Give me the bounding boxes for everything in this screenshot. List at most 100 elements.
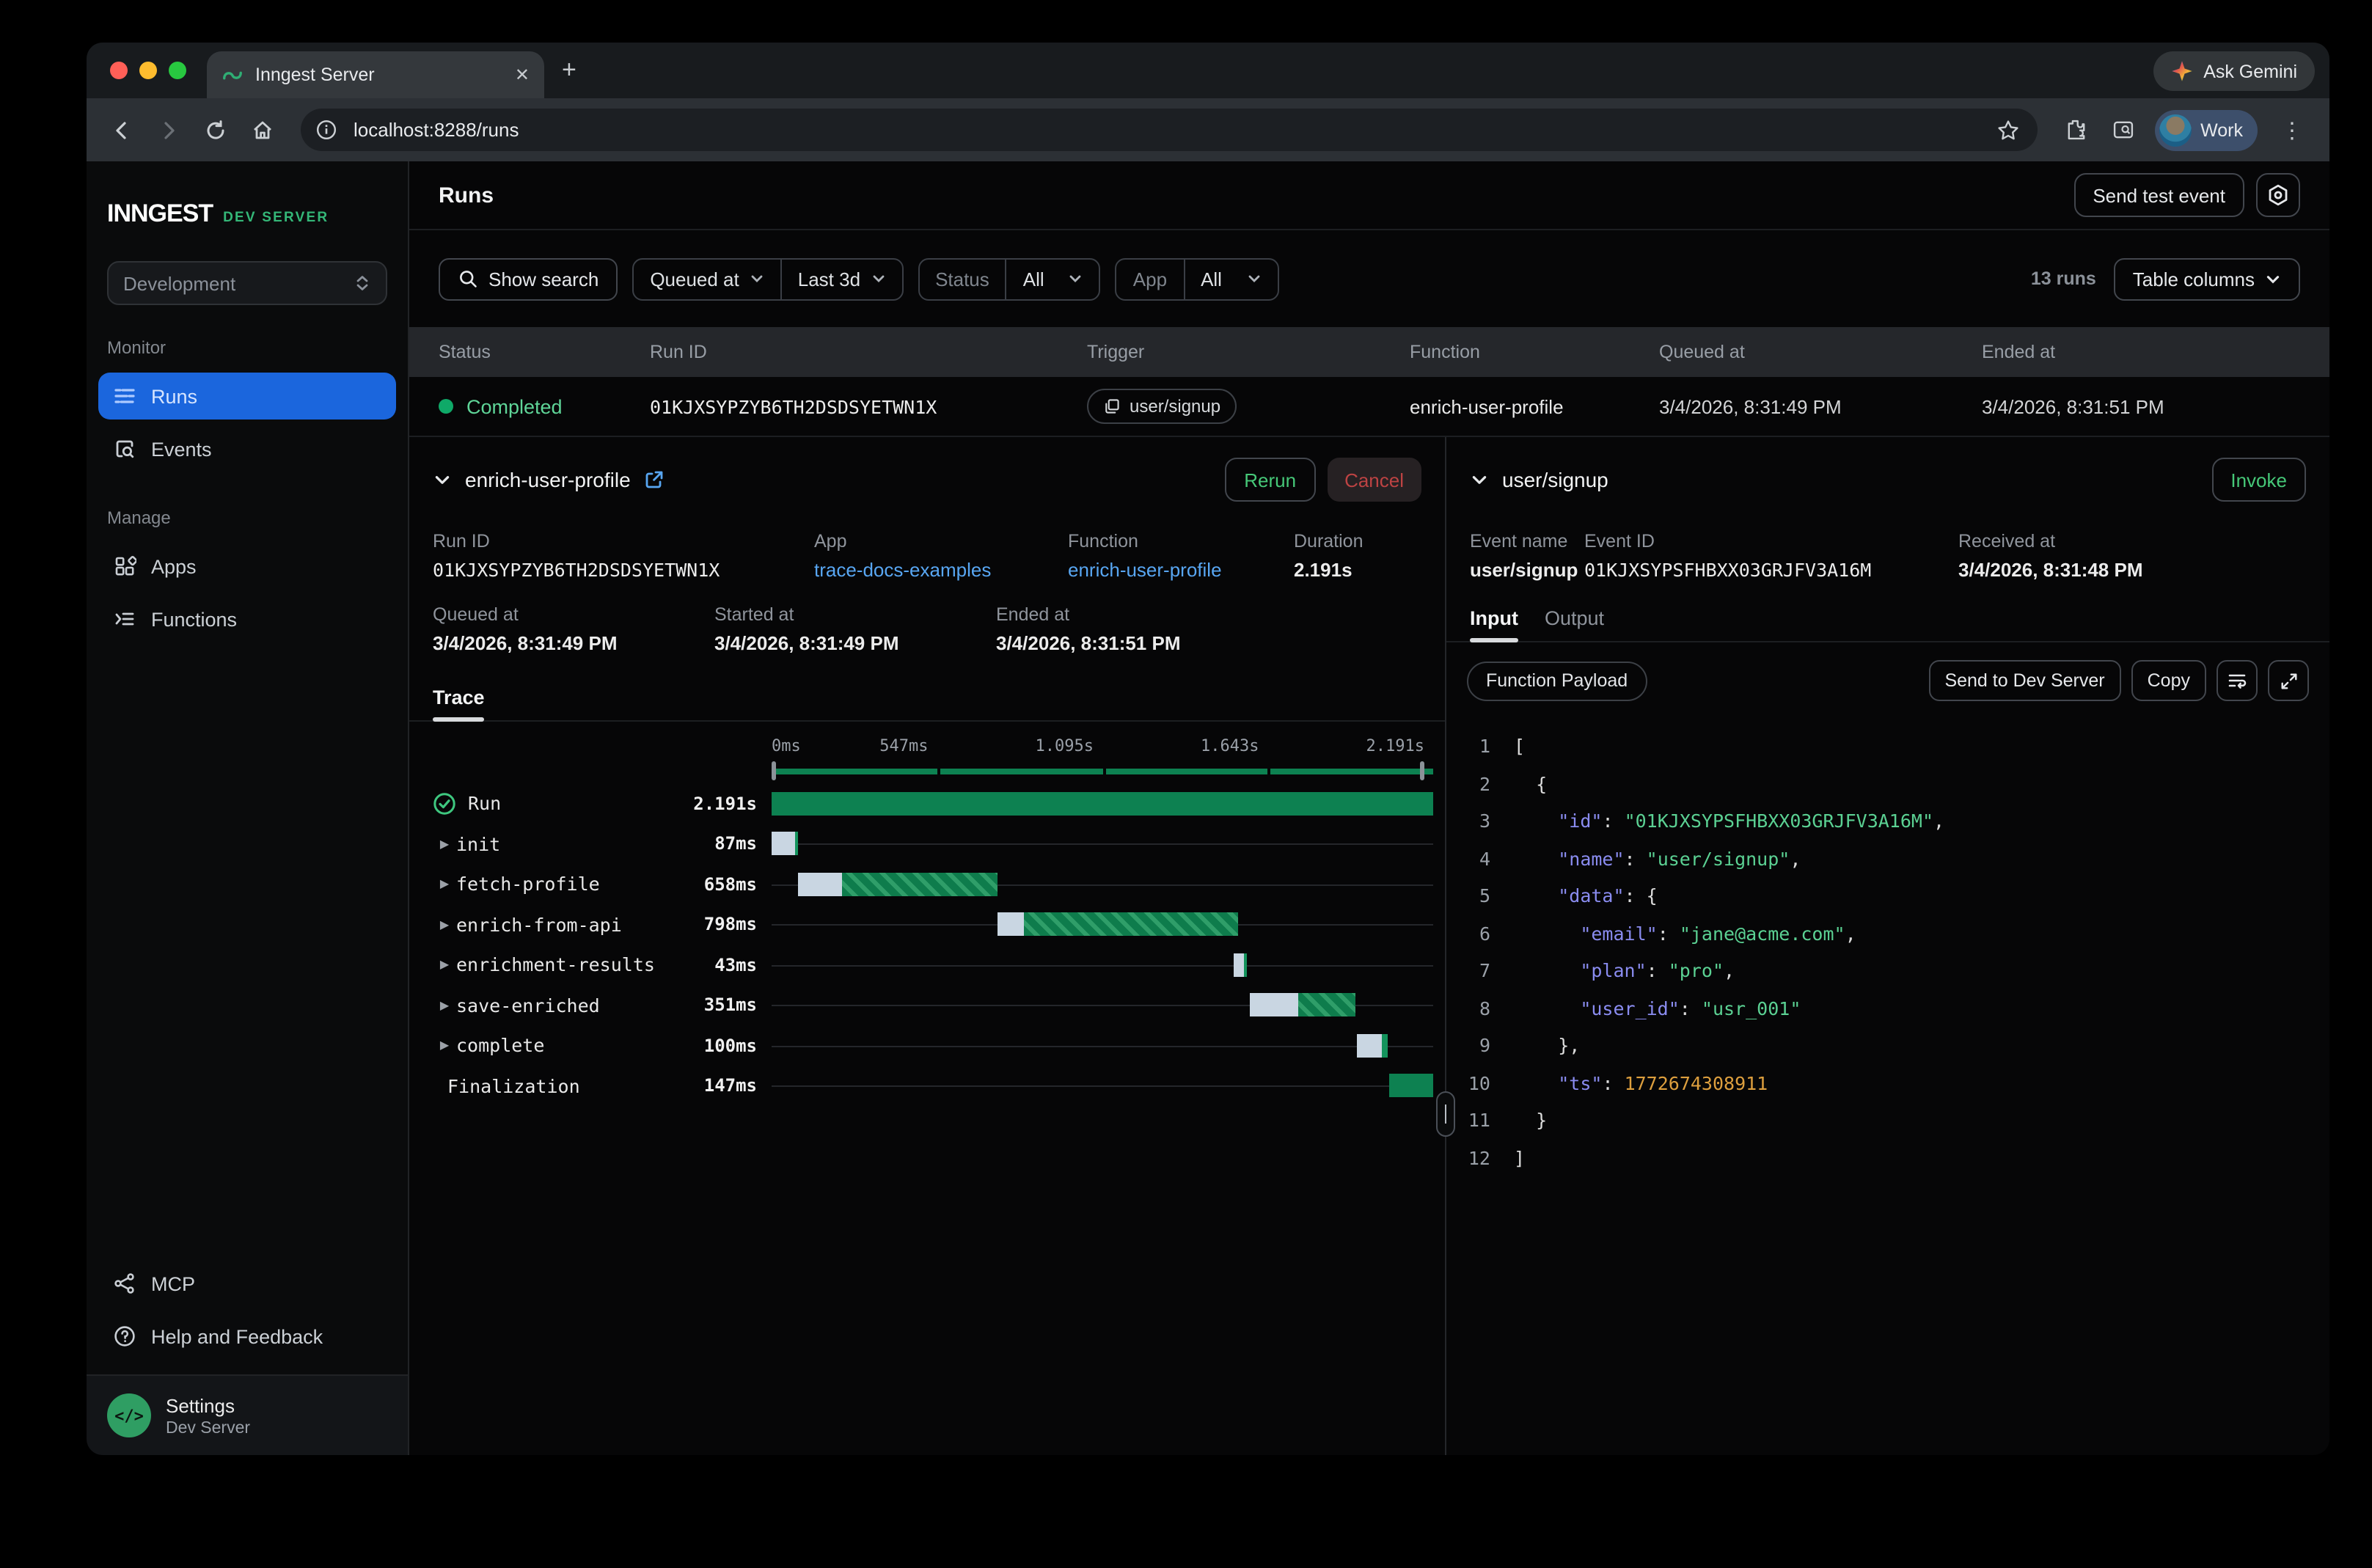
sidebar-item-apps[interactable]: Apps	[98, 543, 396, 590]
expand-icon	[2279, 671, 2298, 690]
line-number: 8	[1458, 989, 1490, 1027]
invoke-button[interactable]: Invoke	[2211, 458, 2306, 502]
browser-menu-icon[interactable]: ⋮	[2269, 117, 2315, 143]
ask-gemini-button[interactable]: Ask Gemini	[2153, 51, 2315, 91]
browser-tab[interactable]: Inngest Server ✕	[207, 51, 544, 98]
cancel-button[interactable]: Cancel	[1327, 458, 1421, 502]
close-window-button[interactable]	[110, 62, 128, 79]
trace-row-complete[interactable]: ▶complete100ms	[433, 1025, 1433, 1066]
sidebar-item-help[interactable]: Help and Feedback	[98, 1313, 396, 1360]
expand-caret-icon[interactable]: ▶	[433, 1039, 456, 1052]
brand-badge: DEV SERVER	[223, 210, 329, 226]
url-bar[interactable]: localhost:8288/runs	[301, 109, 2038, 151]
browser-profile-button[interactable]: Work	[2155, 109, 2258, 150]
trace-row-fetch-profile[interactable]: ▶fetch-profile658ms	[433, 864, 1433, 904]
chevron-down-icon	[1246, 271, 1261, 286]
tab-output[interactable]: Output	[1545, 607, 1604, 641]
external-link-icon[interactable]	[644, 469, 665, 490]
time-range-dropdown[interactable]: Last 3d	[780, 259, 901, 298]
back-button[interactable]	[101, 109, 142, 150]
site-info-icon[interactable]	[310, 114, 342, 146]
function-payload-pill[interactable]: Function Payload	[1467, 661, 1647, 700]
column-header: Function	[1410, 342, 1659, 362]
trigger-pill[interactable]: user/signup	[1087, 389, 1237, 424]
minimize-window-button[interactable]	[139, 62, 157, 79]
sidebar-item-mcp[interactable]: MCP	[98, 1260, 396, 1307]
trace-row-run[interactable]: Run2.191s	[433, 783, 1433, 824]
expand-caret-icon[interactable]: ▶	[433, 838, 456, 851]
app-link[interactable]: trace-docs-examples	[814, 559, 1068, 581]
started-at-value: 3/4/2026, 8:31:49 PM	[714, 632, 996, 654]
window-controls[interactable]	[87, 62, 207, 79]
status-dot	[439, 399, 453, 414]
environment-select[interactable]: Development	[107, 261, 387, 305]
show-search-button[interactable]: Show search	[439, 257, 618, 300]
status-filter: Status All	[918, 257, 1101, 300]
trace-step-duration: 798ms	[704, 915, 772, 935]
tab-input[interactable]: Input	[1470, 607, 1518, 641]
function-label: Function	[1068, 531, 1294, 552]
send-test-event-button[interactable]: Send test event	[2073, 173, 2244, 217]
ask-gemini-label: Ask Gemini	[2203, 61, 2297, 81]
filter-bar: Show search Queued at Last 3d Stat	[409, 230, 2329, 327]
code-line: 6 "email": "jane@acme.com",	[1458, 915, 2329, 952]
expand-caret-icon[interactable]: ▶	[433, 878, 456, 891]
bookmark-star-icon[interactable]	[1988, 109, 2029, 150]
status-filter-label: Status	[919, 259, 1006, 298]
trace-step-name: save-enriched	[456, 994, 600, 1016]
trace-row-finalization[interactable]: Finalization147ms	[433, 1066, 1433, 1106]
extensions-icon[interactable]	[2055, 109, 2096, 150]
new-tab-button[interactable]: +	[562, 56, 576, 85]
tab-trace[interactable]: Trace	[433, 686, 485, 720]
send-to-dev-server-button[interactable]: Send to Dev Server	[1928, 660, 2120, 701]
sidebar-item-events[interactable]: Events	[98, 425, 396, 472]
event-name-label: Event name	[1470, 531, 1584, 552]
home-button[interactable]	[242, 109, 283, 150]
forward-button[interactable]	[148, 109, 189, 150]
expand-caret-icon[interactable]: ▶	[433, 959, 456, 972]
table-row[interactable]: Completed 01KJXSYPZYB6TH2DSDSYETWN1X use…	[409, 377, 2329, 436]
function-link[interactable]: enrich-user-profile	[1068, 559, 1294, 581]
collapse-chevron-icon[interactable]	[433, 470, 452, 489]
queued-at-cell: 3/4/2026, 8:31:49 PM	[1659, 395, 1982, 417]
settings-gear-button[interactable]	[2256, 173, 2300, 217]
zoom-window-button[interactable]	[169, 62, 186, 79]
time-field-dropdown[interactable]: Queued at	[634, 259, 780, 298]
line-number: 6	[1458, 915, 1490, 952]
sidebar-item-label: Runs	[151, 385, 197, 407]
sidebar-item-functions[interactable]: Functions	[98, 596, 396, 642]
browser-window: Inngest Server ✕ + Ask Gemini	[87, 43, 2329, 1455]
trace-row-save-enriched[interactable]: ▶save-enriched351ms	[433, 985, 1433, 1025]
trace-step-duration: 100ms	[704, 1036, 772, 1056]
status-filter-value: All	[1023, 268, 1044, 290]
event-title: user/signup	[1502, 468, 1608, 491]
reload-button[interactable]	[195, 109, 236, 150]
expand-caret-icon[interactable]: ▶	[433, 918, 456, 931]
table-columns-button[interactable]: Table columns	[2114, 257, 2300, 300]
time-filter: Queued at Last 3d	[632, 257, 903, 300]
copy-button[interactable]: Copy	[2131, 660, 2206, 701]
sidebar-item-runs[interactable]: Runs	[98, 373, 396, 420]
expand-button[interactable]	[2268, 660, 2309, 701]
word-wrap-button[interactable]	[2217, 660, 2258, 701]
sidebar-settings[interactable]: </> Settings Dev Server	[87, 1374, 408, 1455]
panel-resize-handle[interactable]	[1436, 1091, 1455, 1137]
app-filter-dropdown[interactable]: All	[1183, 259, 1277, 298]
collapse-chevron-icon[interactable]	[1470, 470, 1489, 489]
chevron-down-icon	[1069, 271, 1083, 286]
url-text: localhost:8288/runs	[354, 119, 519, 141]
expand-caret-icon[interactable]: ▶	[433, 999, 456, 1012]
trace-row-enrich-from-api[interactable]: ▶enrich-from-api798ms	[433, 904, 1433, 945]
time-field-label: Queued at	[650, 268, 739, 290]
side-panel-search-icon[interactable]	[2102, 109, 2143, 150]
trace-bar	[1358, 1034, 1388, 1058]
status-filter-dropdown[interactable]: All	[1006, 259, 1099, 298]
rerun-button[interactable]: Rerun	[1225, 458, 1315, 502]
trace-minimap[interactable]	[772, 761, 1433, 783]
trace-row-enrichment-results[interactable]: ▶enrichment-results43ms	[433, 945, 1433, 985]
app-filter-label: App	[1117, 259, 1183, 298]
sidebar-item-label: Apps	[151, 555, 197, 577]
trace-row-init[interactable]: ▶init87ms	[433, 824, 1433, 864]
tab-close-icon[interactable]: ✕	[515, 65, 530, 85]
trace-step-name: Finalization	[447, 1075, 580, 1097]
